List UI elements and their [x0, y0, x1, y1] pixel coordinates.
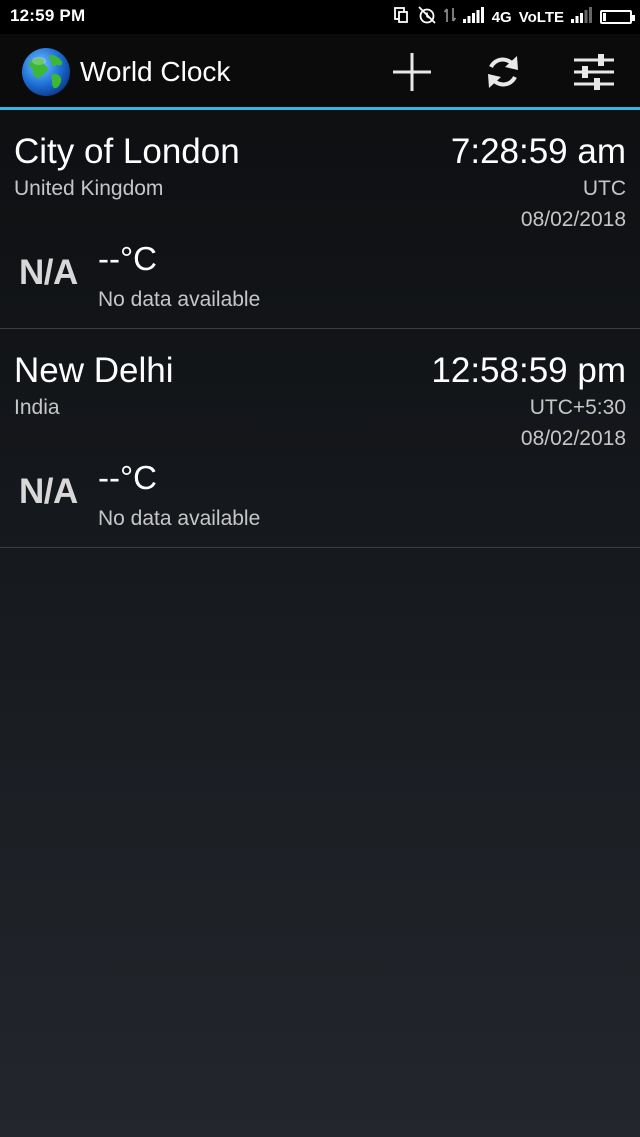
temperature: --°C: [98, 240, 158, 277]
clock-item[interactable]: New Delhi India 12:58:59 pm UTC+5:30 08/…: [0, 329, 640, 548]
clock-list: City of London United Kingdom 7:28:59 am…: [0, 110, 640, 548]
date-label: 08/02/2018: [520, 427, 626, 450]
add-clock-button[interactable]: [390, 50, 434, 94]
timezone-label: UTC+5:30: [529, 396, 626, 419]
action-bar: World Clock: [0, 34, 640, 107]
clock-time: 7:28:59 am: [450, 132, 626, 171]
temperature: --°C: [98, 459, 158, 496]
battery-level: [603, 13, 606, 21]
globe-icon: [21, 47, 71, 97]
weather-icon: N/A: [19, 253, 78, 292]
screen-rotate-icon: [392, 6, 410, 29]
timezone-label: UTC: [582, 177, 626, 200]
network-type-label: 4G: [491, 8, 512, 26]
plus-icon: [393, 53, 431, 91]
city-name: City of London: [14, 132, 240, 171]
status-bar: 12:59 PM 4G VoLTE: [0, 0, 640, 34]
status-icons: 4G VoLTE: [392, 5, 635, 30]
settings-button[interactable]: [572, 50, 616, 94]
weather-description: No data available: [98, 288, 261, 311]
clock-item[interactable]: City of London United Kingdom 7:28:59 am…: [0, 110, 640, 329]
refresh-button[interactable]: [481, 50, 525, 94]
weather-icon: N/A: [19, 472, 78, 511]
refresh-icon: [488, 56, 518, 88]
signal-2-icon: [571, 6, 593, 28]
date-label: 08/02/2018: [520, 208, 626, 231]
clock-time: 12:58:59 pm: [431, 351, 626, 390]
country-name: India: [14, 396, 60, 419]
data-transfer-icon: [443, 6, 456, 29]
battery-icon: [600, 10, 635, 24]
city-name: New Delhi: [14, 351, 174, 390]
status-time: 12:59 PM: [10, 6, 86, 25]
country-name: United Kingdom: [14, 177, 164, 200]
volte-label: VoLTE: [518, 8, 564, 26]
signal-icon: [462, 6, 485, 28]
sliders-icon: [574, 54, 614, 90]
app-title: World Clock: [80, 56, 231, 87]
alarm-off-icon: [417, 5, 437, 30]
weather-description: No data available: [98, 507, 261, 530]
app-screen: 12:59 PM 4G VoLTE World Clock City of Lo…: [0, 0, 640, 1137]
